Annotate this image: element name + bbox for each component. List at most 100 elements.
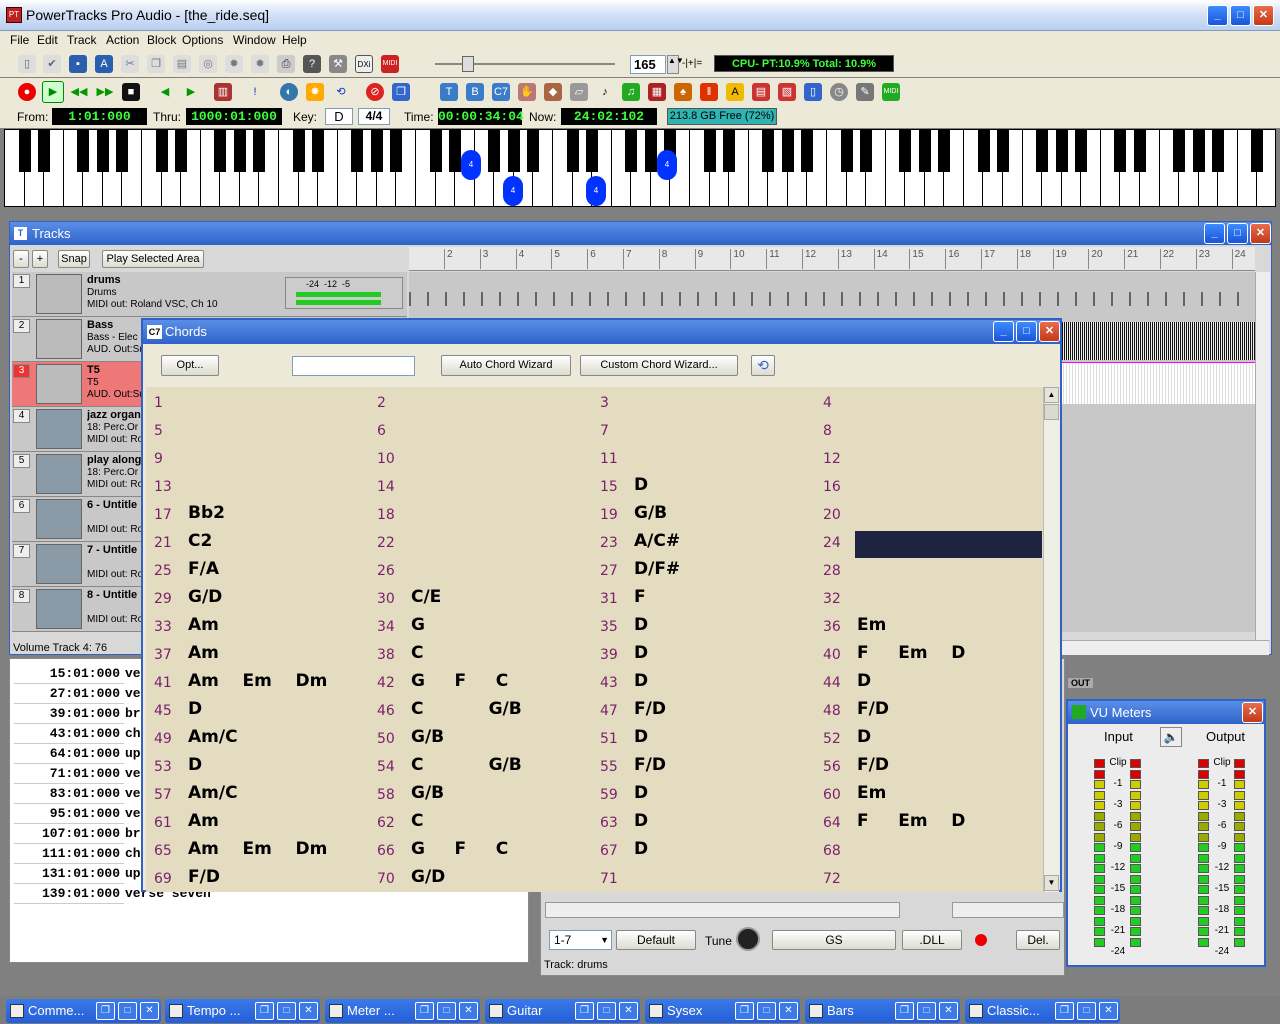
preset-select[interactable]: 1-7 ▼: [549, 930, 612, 950]
taskbar-restore-button[interactable]: ❐: [415, 1002, 434, 1020]
document-icon[interactable]: ▯: [804, 83, 822, 101]
minimize-button[interactable]: _: [1207, 5, 1228, 26]
tracks-minimize-button[interactable]: _: [1204, 223, 1225, 244]
taskbar-maximize-button[interactable]: □: [1077, 1002, 1096, 1020]
chord-cell[interactable]: D: [857, 727, 871, 747]
black-key[interactable]: [1055, 130, 1068, 172]
thru-field[interactable]: 1000:01:000: [186, 108, 282, 125]
fast-forward-icon[interactable]: ▶▶: [96, 83, 114, 101]
chord-cell[interactable]: Bb2: [188, 503, 225, 523]
black-key[interactable]: [723, 130, 736, 172]
scroll-up-arrow[interactable]: ▲: [1044, 387, 1059, 403]
event-text[interactable]: br: [125, 704, 141, 724]
chord-cell[interactable]: F/D: [634, 755, 666, 775]
black-key[interactable]: [390, 130, 403, 172]
taskbar-maximize-button[interactable]: □: [917, 1002, 936, 1020]
dll-button[interactable]: .DLL: [902, 930, 962, 950]
chord-cell[interactable]: G/B: [411, 783, 444, 803]
midi-icon[interactable]: MIDI: [381, 55, 399, 73]
from-field[interactable]: 1:01:000: [52, 108, 147, 125]
tools-icon[interactable]: ⚒: [329, 55, 347, 73]
chord-grid[interactable]: 1 2 3 4 5 6 7 8 9 10 11 12 13 14 15 D 16 17 Bb2 18 19 G/B 20 21…: [146, 387, 1043, 892]
event-text[interactable]: ve: [125, 684, 141, 704]
black-key[interactable]: [801, 130, 814, 172]
refresh-icon[interactable]: ⟲: [751, 355, 775, 376]
black-key[interactable]: [1114, 130, 1127, 172]
stop-sign-icon[interactable]: ⊘: [366, 83, 384, 101]
tempo-input[interactable]: 165: [630, 55, 666, 74]
play-selected-area-button[interactable]: Play Selected Area: [102, 250, 204, 268]
guitar-icon[interactable]: [36, 364, 82, 404]
black-key[interactable]: [96, 130, 109, 172]
notation-icon[interactable]: ♫: [622, 83, 640, 101]
bars-view-icon[interactable]: B: [466, 83, 484, 101]
drum-icon[interactable]: ◆: [544, 83, 562, 101]
tracks-maximize-button[interactable]: □: [1227, 223, 1248, 244]
scroll-down-arrow[interactable]: ▼: [1044, 875, 1059, 891]
piano-roll-icon[interactable]: ▦: [648, 83, 666, 101]
tracks-view-icon[interactable]: T: [440, 83, 458, 101]
black-key[interactable]: [351, 130, 364, 172]
track-name[interactable]: jazz organ: [87, 409, 147, 421]
chord-cell[interactable]: D: [857, 671, 871, 691]
selected-chord-cell[interactable]: [855, 531, 1042, 558]
black-key[interactable]: [507, 130, 520, 172]
event-time[interactable]: 15:01:000: [14, 664, 124, 684]
midi-port-icon[interactable]: [36, 589, 82, 629]
chord-cell[interactable]: F/D: [857, 699, 889, 719]
piano-keyboard[interactable]: 4444: [4, 129, 1276, 207]
black-key[interactable]: [899, 130, 912, 172]
black-key[interactable]: [18, 130, 31, 172]
custom-chord-wizard-button[interactable]: Custom Chord Wizard...: [580, 355, 738, 376]
black-key[interactable]: [860, 130, 873, 172]
save-as-icon[interactable]: A: [95, 55, 113, 73]
chords-minimize-button[interactable]: _: [993, 321, 1014, 342]
taskbar-item[interactable]: Guitar ❐ □ ✕: [485, 999, 640, 1023]
black-key[interactable]: [1251, 130, 1264, 172]
menu-action[interactable]: Action: [106, 33, 139, 47]
lyrics-icon[interactable]: A: [726, 83, 744, 101]
chord-cell[interactable]: C: [411, 811, 423, 831]
settings-icon[interactable]: ◎: [199, 55, 217, 73]
metronome-icon[interactable]: !: [246, 83, 264, 101]
chords-options-button[interactable]: Opt...: [161, 355, 219, 376]
event-text[interactable]: ve: [125, 784, 141, 804]
chord-cell[interactable]: Am/C: [188, 783, 238, 803]
chord-grid-scrollbar[interactable]: ▲ ▼: [1043, 387, 1059, 892]
black-key[interactable]: [175, 130, 188, 172]
now-field[interactable]: 24:02:102: [561, 108, 657, 125]
track-name[interactable]: T5: [87, 364, 147, 376]
chord-cell[interactable]: C G/B: [411, 699, 522, 719]
snap-button[interactable]: Snap: [58, 250, 90, 268]
black-key[interactable]: [703, 130, 716, 172]
track-number[interactable]: 5: [13, 454, 30, 468]
midi-port-icon[interactable]: [36, 499, 82, 539]
timesig-field[interactable]: 4/4: [358, 108, 390, 125]
black-key[interactable]: [1212, 130, 1225, 172]
cut-icon[interactable]: ✂: [121, 55, 139, 73]
track-number[interactable]: 3: [13, 364, 30, 378]
taskbar-restore-button[interactable]: ❐: [1055, 1002, 1074, 1020]
mixer-hscroll[interactable]: [545, 902, 900, 918]
track-vertical-scrollbar[interactable]: [1255, 272, 1270, 640]
close-button[interactable]: ✕: [1253, 5, 1274, 26]
chord-entry-input[interactable]: [292, 356, 415, 376]
track-name[interactable]: 8 - Untitle: [87, 589, 147, 601]
chords-view-icon[interactable]: C7: [492, 83, 510, 101]
event-time[interactable]: 43:01:000: [14, 724, 124, 744]
chord-cell[interactable]: D: [188, 755, 202, 775]
event-list-icon[interactable]: ▤: [752, 83, 770, 101]
track-number[interactable]: 4: [13, 409, 30, 423]
event-text[interactable]: ch: [125, 844, 141, 864]
taskbar-restore-button[interactable]: ❐: [735, 1002, 754, 1020]
taskbar-close-button[interactable]: ✕: [619, 1002, 638, 1020]
menu-edit[interactable]: Edit: [37, 33, 58, 47]
black-key[interactable]: [253, 130, 266, 172]
track-number[interactable]: 7: [13, 544, 30, 558]
chord-cell[interactable]: G/B: [634, 503, 667, 523]
black-key[interactable]: [997, 130, 1010, 172]
prev-icon[interactable]: ◀: [156, 83, 174, 101]
black-key[interactable]: [429, 130, 442, 172]
black-key[interactable]: [644, 130, 657, 172]
event-time[interactable]: 95:01:000: [14, 804, 124, 824]
